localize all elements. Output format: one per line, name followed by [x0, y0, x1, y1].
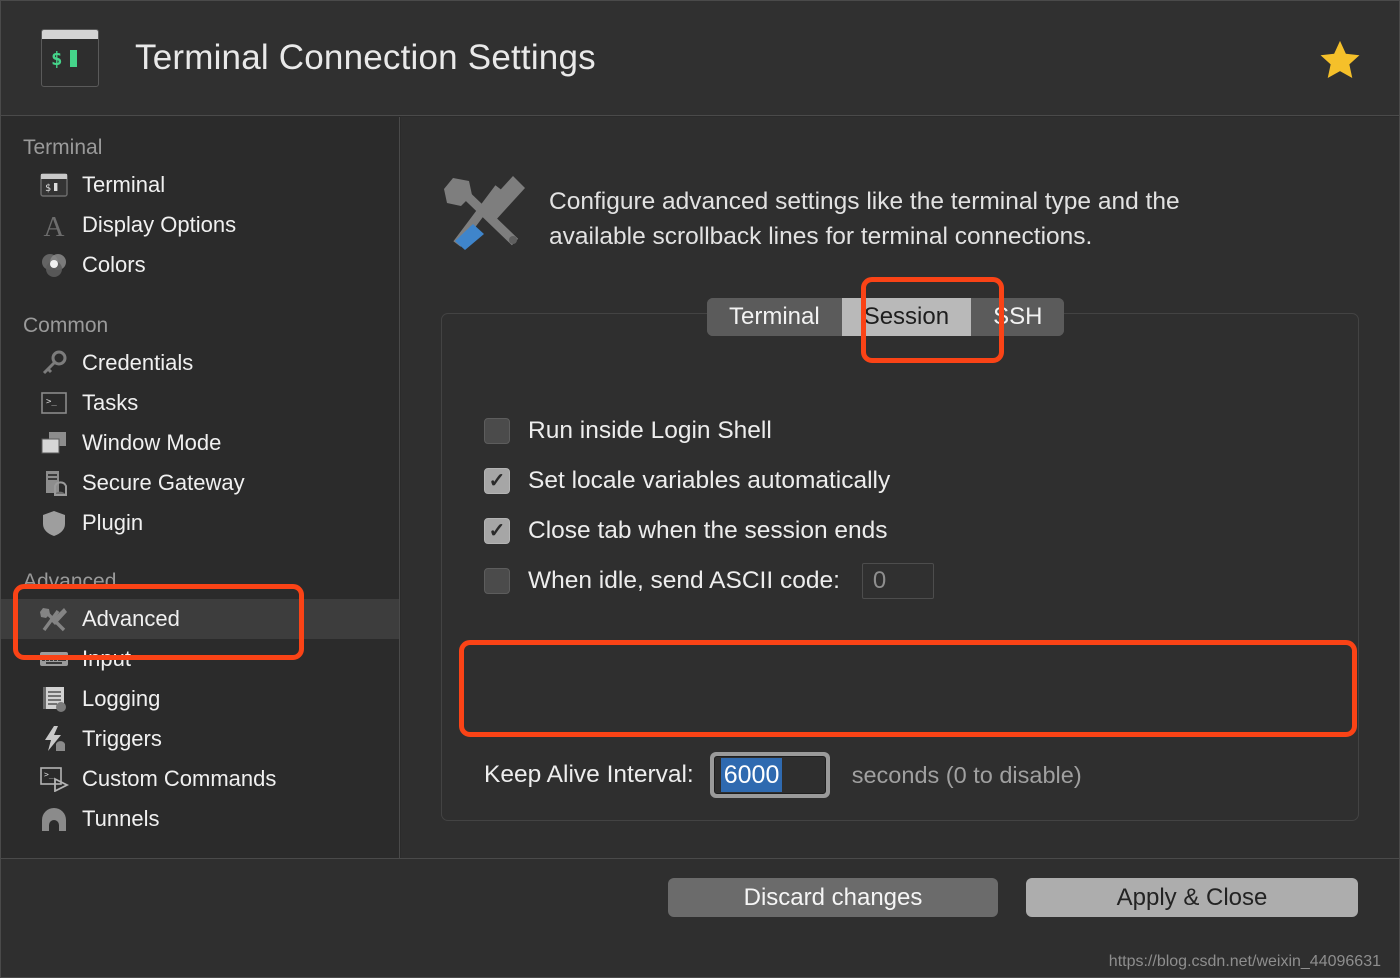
discard-changes-button[interactable]: Discard changes — [668, 878, 998, 917]
svg-text:$: $ — [45, 183, 51, 194]
sidebar-item-advanced[interactable]: Advanced — [1, 599, 399, 639]
sidebar-group-common: Common — [23, 314, 109, 337]
settings-window: $ Terminal Connection Settings Terminal … — [0, 0, 1400, 978]
sidebar-item-label: Triggers — [82, 726, 162, 751]
color-circles-icon — [39, 250, 69, 280]
tools-icon — [443, 172, 529, 252]
tab-terminal[interactable]: Terminal — [707, 298, 842, 336]
sidebar-item-plugin[interactable]: Plugin — [1, 503, 399, 543]
apply-and-close-button[interactable]: Apply & Close — [1026, 878, 1358, 917]
option-close-tab-on-session-end[interactable]: ✓ Close tab when the session ends — [484, 506, 1358, 556]
sidebar-item-tunnels[interactable]: Tunnels — [1, 799, 399, 839]
sidebar-item-label: Display Options — [82, 212, 237, 237]
tab-session[interactable]: Session — [841, 298, 972, 336]
sidebar-item-label: Plugin — [82, 510, 144, 535]
console-icon: >_ — [39, 388, 69, 418]
sidebar-item-label: Credentials — [82, 350, 194, 375]
checkbox-close-tab-on-session-end[interactable]: ✓ — [484, 518, 510, 544]
ascii-code-input[interactable]: 0 — [861, 563, 934, 599]
checkbox-when-idle-send-ascii[interactable] — [484, 568, 510, 594]
page-title: Terminal Connection Settings — [135, 38, 596, 77]
sidebar-item-label: Terminal — [82, 172, 166, 197]
windows-icon — [39, 428, 69, 458]
options-list: Run inside Login Shell ✓ Set locale vari… — [442, 314, 1358, 606]
star-icon[interactable] — [1317, 37, 1363, 83]
terminal-icon-cursor — [70, 50, 77, 67]
notebook-icon — [39, 684, 69, 714]
option-when-idle-send-ascii[interactable]: When idle, send ASCII code: 0 — [484, 556, 1358, 606]
option-label: Set locale variables automatically — [528, 467, 891, 494]
svg-text:>_: >_ — [46, 397, 57, 407]
keep-alive-row: Keep Alive Interval: 6000 seconds (0 to … — [484, 752, 1082, 798]
sidebar-item-logging[interactable]: Logging — [1, 679, 399, 719]
footer-bar: Discard changes Apply & Close https://bl… — [1, 858, 1399, 977]
sidebar-item-label: Logging — [82, 686, 161, 711]
option-label: Run inside Login Shell — [528, 417, 772, 444]
check-icon: ✓ — [488, 470, 506, 492]
font-a-icon: A — [39, 210, 69, 240]
sidebar-item-label: Window Mode — [82, 430, 222, 455]
sidebar-item-label: Tasks — [82, 390, 139, 415]
description-text: Configure advanced settings like the ter… — [549, 188, 1180, 250]
sidebar[interactable]: Terminal $ Terminal A Display Options Co… — [1, 117, 400, 859]
sidebar-item-label: Tunnels — [82, 806, 160, 831]
sidebar-item-colors[interactable]: Colors — [1, 245, 399, 285]
description-row: Configure advanced settings like the ter… — [401, 117, 1399, 254]
lightning-icon — [39, 724, 69, 754]
sidebar-item-label: Advanced — [82, 606, 180, 631]
option-label: When idle, send ASCII code: — [528, 567, 840, 594]
server-shield-icon — [39, 468, 69, 498]
key-icon — [39, 348, 69, 378]
terminal-icon-prompt: $ — [51, 48, 65, 70]
svg-text:A: A — [44, 211, 65, 239]
title-bar: $ Terminal Connection Settings — [1, 1, 1399, 116]
checkbox-run-inside-login-shell[interactable] — [484, 418, 510, 444]
sidebar-item-secure-gateway[interactable]: Secure Gateway — [1, 463, 399, 503]
checkbox-set-locale-variables[interactable]: ✓ — [484, 468, 510, 494]
sidebar-item-label: Custom Commands — [82, 766, 277, 791]
keep-alive-value: 6000 — [720, 758, 783, 792]
terminal-icon: $ — [39, 170, 69, 200]
tab-bar[interactable]: Terminal Session SSH — [707, 298, 1065, 336]
session-settings-group: Run inside Login Shell ✓ Set locale vari… — [441, 313, 1359, 821]
sidebar-group-advanced: Advanced — [23, 570, 117, 593]
option-run-inside-login-shell[interactable]: Run inside Login Shell — [484, 406, 1358, 456]
sidebar-item-display-options[interactable]: A Display Options — [1, 205, 399, 245]
keep-alive-label: Keep Alive Interval: — [484, 761, 694, 788]
sidebar-item-label: Input — [82, 646, 131, 671]
main-panel: Configure advanced settings like the ter… — [401, 117, 1399, 859]
sidebar-item-label: Colors — [82, 252, 146, 277]
keyboard-icon — [39, 644, 69, 674]
keep-alive-input[interactable]: 6000 — [713, 756, 826, 794]
check-icon: ✓ — [488, 520, 506, 542]
sidebar-item-label: Secure Gateway — [82, 470, 245, 495]
watermark-text: https://blog.csdn.net/weixin_44096631 — [1108, 953, 1381, 970]
keep-alive-suffix: seconds (0 to disable) — [851, 761, 1082, 788]
sidebar-item-credentials[interactable]: Credentials — [1, 343, 399, 383]
shield-icon — [39, 508, 69, 538]
sidebar-item-input[interactable]: Input — [1, 639, 399, 679]
svg-text:>_: >_ — [44, 770, 54, 779]
tunnel-icon — [39, 804, 69, 834]
console-play-icon: >_ — [39, 764, 69, 794]
keep-alive-focus-ring: 6000 — [709, 752, 830, 798]
tab-ssh[interactable]: SSH — [971, 298, 1065, 336]
sidebar-item-tasks[interactable]: >_ Tasks — [1, 383, 399, 423]
sidebar-item-terminal[interactable]: $ Terminal — [1, 165, 399, 205]
terminal-icon-titlebar — [42, 30, 98, 39]
tools-icon — [39, 604, 69, 634]
terminal-icon: $ — [41, 29, 99, 87]
option-label: Close tab when the session ends — [528, 517, 888, 544]
sidebar-item-window-mode[interactable]: Window Mode — [1, 423, 399, 463]
sidebar-item-custom-commands[interactable]: >_ Custom Commands — [1, 759, 399, 799]
sidebar-group-terminal: Terminal — [23, 136, 103, 159]
sidebar-item-triggers[interactable]: Triggers — [1, 719, 399, 759]
option-set-locale-variables[interactable]: ✓ Set locale variables automatically — [484, 456, 1358, 506]
